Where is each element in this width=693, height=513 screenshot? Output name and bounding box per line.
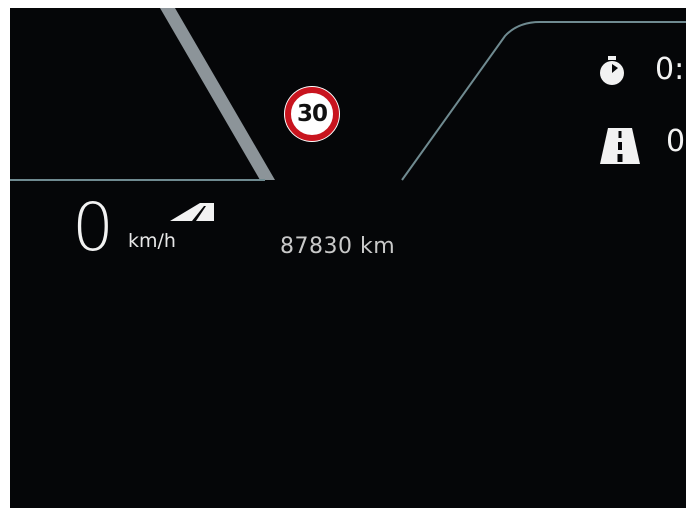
road-stripe-left (160, 8, 275, 180)
road-perspective-graphic (10, 8, 686, 181)
road-icon (600, 128, 640, 164)
photo-frame: 30 0 km/h 87830 km 0: 0 (0, 0, 693, 513)
stopwatch-icon (600, 56, 624, 85)
trip-time-value: 0: (655, 52, 685, 87)
current-speed-value: 0 (72, 189, 114, 266)
road-wedge-icon (170, 203, 214, 221)
instrument-cluster-display: 30 0 km/h 87830 km 0: 0 (10, 8, 686, 508)
trip-distance-value: 0 (666, 124, 686, 159)
odometer-reading: 87830 km (280, 234, 396, 259)
panel-outline-right (401, 21, 686, 181)
speed-limit-value: 30 (296, 101, 328, 127)
speed-unit-label: km/h (128, 230, 176, 252)
